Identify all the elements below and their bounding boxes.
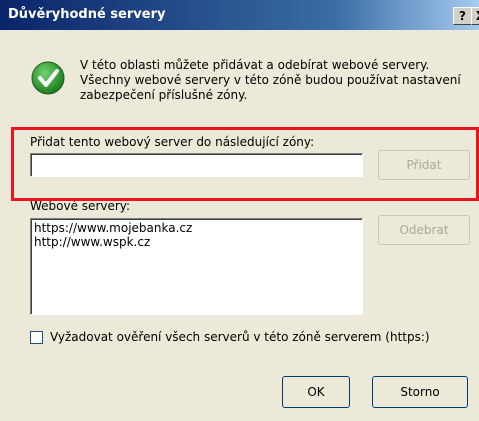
intro-line-1: V této oblasti můžete přidávat a odebíra… <box>80 58 430 72</box>
require-https-label[interactable]: Vyžadovat ověření všech serverů v této z… <box>50 330 430 344</box>
add-server-label: Přidat tento webový server do následujíc… <box>30 135 315 149</box>
add-server-input[interactable] <box>31 154 362 176</box>
list-item[interactable]: http://www.wspk.cz <box>34 235 359 249</box>
window-title: Důvěryhodné servery <box>8 7 166 22</box>
intro-text: V této oblasti můžete přidávat a odebíra… <box>80 58 470 103</box>
add-server-field-wrap <box>30 153 363 177</box>
close-button[interactable]: X <box>471 7 479 25</box>
ok-button-label: OK <box>307 385 325 399</box>
trusted-sites-dialog: Důvěryhodné servery ? X V této oblasti m… <box>0 0 479 421</box>
remove-button-label: Odebrat <box>399 223 449 237</box>
intro-line-3: zabezpečení příslušné zóny. <box>80 88 248 102</box>
remove-button[interactable]: Odebrat <box>378 215 470 245</box>
list-item[interactable]: https://www.mojebanka.cz <box>34 221 359 235</box>
servers-list-label: Webové servery: <box>30 199 131 213</box>
ok-button[interactable]: OK <box>282 376 350 408</box>
cancel-button-label: Storno <box>400 385 440 399</box>
servers-listbox[interactable]: https://www.mojebanka.cz http://www.wspk… <box>30 218 363 315</box>
help-button[interactable]: ? <box>453 7 472 25</box>
title-bar: Důvěryhodné servery ? X <box>0 0 479 30</box>
cancel-button[interactable]: Storno <box>372 376 468 408</box>
add-button-label: Přidat <box>406 158 442 172</box>
intro-line-2: Všechny webové servery v této zóně budou… <box>80 73 461 87</box>
require-https-checkbox[interactable] <box>30 331 43 344</box>
check-circle-icon <box>31 61 65 95</box>
add-button[interactable]: Přidat <box>378 150 470 180</box>
